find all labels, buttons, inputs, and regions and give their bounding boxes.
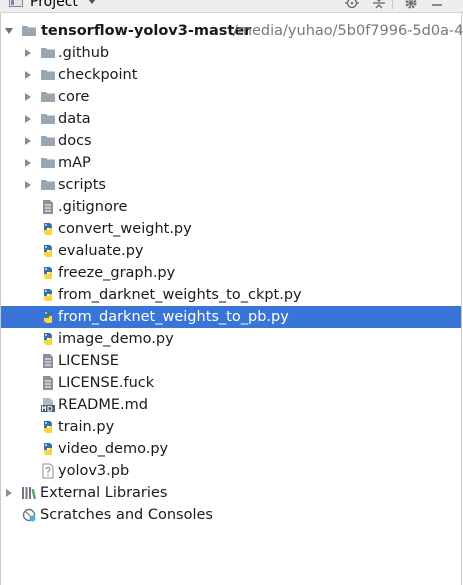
tree-item-label: mAP [58, 155, 91, 171]
python-file-icon [44, 289, 52, 301]
tree-row-external-libraries[interactable]: External Libraries [1, 482, 461, 504]
tree-row-file[interactable]: evaluate.py [1, 240, 461, 262]
tree-item-label: freeze_graph.py [58, 265, 176, 281]
tree-row-file[interactable]: yolov3.pb [1, 460, 461, 482]
tree-item-label: LICENSE.fuck [58, 375, 155, 391]
text-file-icon [43, 200, 53, 214]
folder-icon [22, 26, 36, 36]
locate-target-icon[interactable] [345, 0, 359, 10]
unknown-file-icon [42, 463, 54, 479]
root-folder-name: tensorflow-yolov3-master [41, 23, 252, 39]
scratches-icon [22, 508, 36, 522]
folder-icon [41, 70, 55, 80]
python-file-icon [44, 311, 52, 323]
tree-row-file[interactable]: LICENSE [1, 350, 461, 372]
tree-row-file[interactable]: freeze_graph.py [1, 262, 461, 284]
tree-row-file[interactable]: image_demo.py [1, 328, 461, 350]
hide-panel-icon[interactable] [430, 0, 444, 10]
tree-row-file[interactable]: .gitignore [1, 196, 461, 218]
tree-item-label: train.py [58, 419, 115, 435]
tree-item-label: docs [58, 133, 92, 149]
tree-item-label: scripts [58, 177, 106, 193]
tree-item-label: from_darknet_weights_to_ckpt.py [58, 287, 302, 303]
tree-row-folder[interactable]: data [1, 108, 461, 130]
tree-row-folder[interactable]: docs [1, 130, 461, 152]
collapsed-arrow-icon[interactable] [4, 488, 14, 498]
tree-row-folder[interactable]: scripts [1, 174, 461, 196]
python-file-icon [44, 421, 52, 433]
tree-row-file[interactable]: from_darknet_weights_to_ckpt.py [1, 284, 461, 306]
tree-item-label: from_darknet_weights_to_pb.py [58, 309, 289, 325]
tree-item-label: .github [58, 45, 110, 61]
view-selector-dropdown-icon[interactable] [88, 0, 96, 5]
tree-row-root[interactable]: tensorflow-yolov3-master /media/yuhao/5b… [1, 20, 463, 42]
root-folder-path: /media/yuhao/5b0f7996-5d0a-42 [233, 23, 463, 39]
settings-gear-icon[interactable] [404, 0, 418, 10]
tree-row-folder[interactable]: core [1, 86, 461, 108]
folder-icon [41, 136, 55, 146]
tree-item-label: LICENSE [58, 353, 119, 369]
tree-row-file[interactable]: LICENSE.fuck [1, 372, 461, 394]
tree-item-label: README.md [58, 397, 148, 413]
folder-icon [41, 158, 55, 168]
tree-row-file-selected[interactable]: from_darknet_weights_to_pb.py [1, 306, 461, 328]
header-separator [392, 0, 393, 9]
tree-row-file[interactable]: video_demo.py [1, 438, 461, 460]
tree-item-label: evaluate.py [58, 243, 144, 259]
python-file-icon [44, 245, 52, 257]
collapsed-arrow-icon[interactable] [23, 114, 33, 124]
collapsed-arrow-icon[interactable] [23, 92, 33, 102]
expanded-arrow-icon[interactable] [4, 26, 14, 36]
text-file-icon [43, 354, 53, 368]
python-file-icon [44, 333, 52, 345]
tree-item-label: image_demo.py [58, 331, 174, 347]
collapsed-arrow-icon[interactable] [23, 70, 33, 80]
text-file-icon [43, 376, 53, 390]
python-file-icon [44, 223, 52, 235]
python-file-icon [44, 443, 52, 455]
folder-icon [41, 180, 55, 190]
tree-row-folder[interactable]: checkpoint [1, 64, 461, 86]
project-toolwindow-header: Project [0, 0, 463, 13]
tree-item-label: core [58, 89, 90, 105]
tree-row-folder[interactable]: .github [1, 42, 461, 64]
collapsed-arrow-icon[interactable] [23, 158, 33, 168]
markdown-file-icon [41, 398, 55, 412]
collapsed-arrow-icon[interactable] [23, 136, 33, 146]
tree-item-label: External Libraries [40, 485, 168, 501]
collapsed-arrow-icon[interactable] [23, 48, 33, 58]
collapse-all-icon[interactable] [372, 0, 386, 10]
folder-icon [41, 92, 55, 102]
tree-item-label: Scratches and Consoles [40, 507, 213, 523]
folder-icon [41, 114, 55, 124]
tree-item-label: convert_weight.py [58, 221, 192, 237]
panel-right-border [461, 12, 462, 585]
tree-row-file[interactable]: train.py [1, 416, 461, 438]
folder-icon [41, 48, 55, 58]
tree-item-label: .gitignore [58, 199, 128, 215]
project-view-title[interactable]: Project [30, 0, 78, 10]
tree-row-scratches[interactable]: Scratches and Consoles [1, 504, 461, 526]
collapsed-arrow-icon[interactable] [23, 180, 33, 190]
project-view-icon [9, 0, 23, 7]
tree-item-label: data [58, 111, 91, 127]
tree-item-label: checkpoint [58, 67, 138, 83]
tree-item-label: yolov3.pb [58, 463, 130, 479]
library-icon [22, 487, 37, 500]
tree-item-label: video_demo.py [58, 441, 169, 457]
tree-row-folder[interactable]: mAP [1, 152, 461, 174]
tree-row-file[interactable]: README.md [1, 394, 461, 416]
python-file-icon [44, 267, 52, 279]
tree-row-file[interactable]: convert_weight.py [1, 218, 461, 240]
